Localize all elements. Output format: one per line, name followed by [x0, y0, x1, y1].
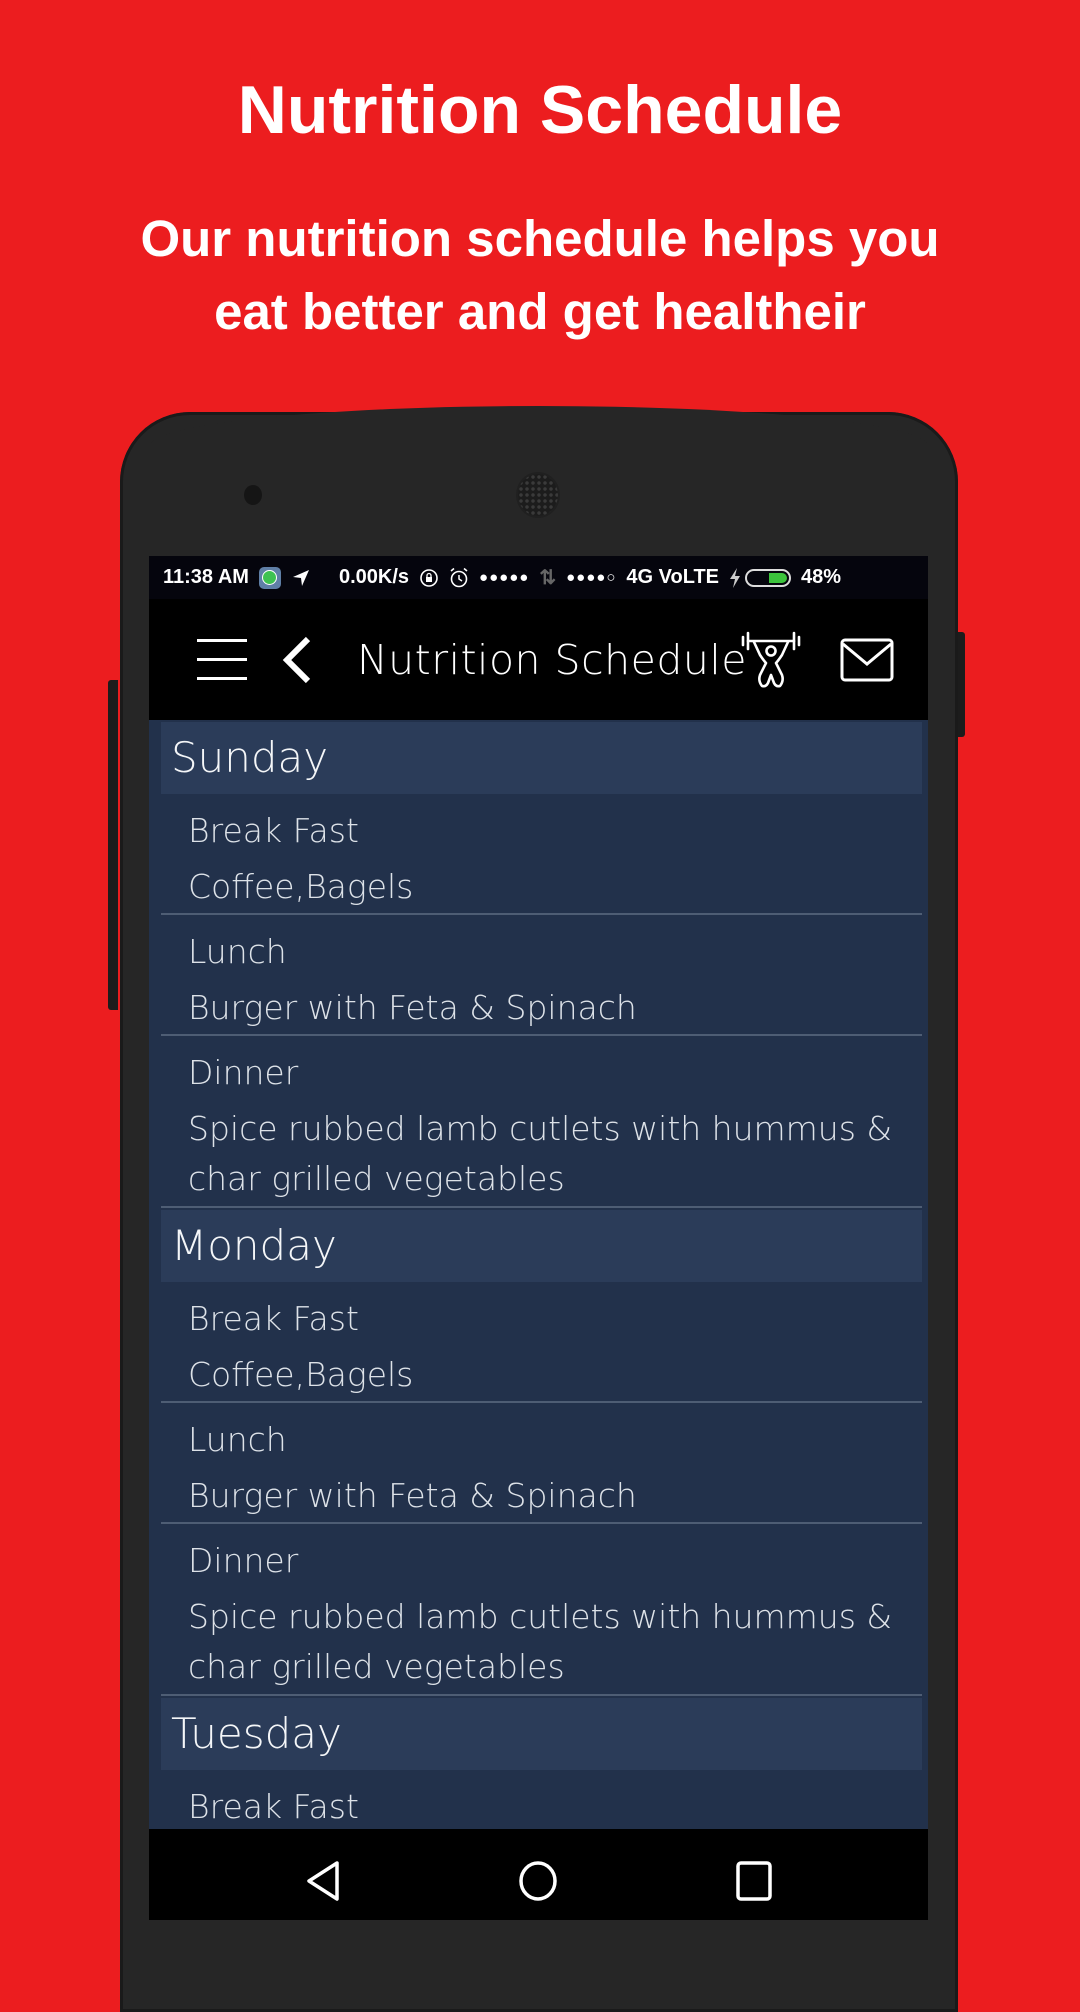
mail-icon — [840, 638, 894, 682]
back-icon — [307, 1861, 339, 1901]
menu-icon — [197, 639, 247, 642]
meal-food: Coffee,Bagels — [188, 867, 414, 906]
day-header[interactable]: Sunday — [161, 722, 922, 794]
meal-item[interactable]: Break Fast Coffee,Bagels — [161, 1282, 922, 1403]
promo-subtitle-line-1: Our nutrition schedule helps you — [140, 210, 940, 267]
whatsapp-icon — [258, 566, 281, 589]
app-bar-title: Nutrition Schedule — [357, 636, 747, 684]
location-arrow-icon — [291, 568, 311, 588]
meal-name: Lunch — [188, 932, 287, 971]
meal-food: Spice rubbed lamb cutlets with hummus & … — [188, 1597, 893, 1686]
charging-bolt-icon — [729, 567, 741, 588]
battery-icon — [745, 568, 792, 587]
meal-name: Lunch — [188, 1420, 287, 1459]
nav-recents-button[interactable] — [734, 1859, 774, 1903]
phone-side-button-left — [108, 680, 118, 1010]
home-icon — [519, 1861, 557, 1901]
earpiece-speaker — [518, 474, 558, 516]
day-block-tuesday: Tuesday Break Fast — [149, 1698, 928, 1829]
navigation-bar — [149, 1829, 928, 1920]
back-button[interactable] — [280, 636, 316, 684]
meal-item[interactable]: Dinner Spice rubbed lamb cutlets with hu… — [161, 1036, 922, 1208]
status-bar: 11:38 AM 0.00K/s ●●●●● ⇅ ●●●●○ 4G VoLTE … — [149, 556, 928, 599]
meal-name: Break Fast — [188, 811, 359, 850]
meal-food: Coffee,Bagels — [188, 1355, 414, 1394]
phone-screen: 11:38 AM 0.00K/s ●●●●● ⇅ ●●●●○ 4G VoLTE … — [149, 556, 928, 1920]
meal-name: Break Fast — [188, 1787, 359, 1826]
meal-name: Dinner — [188, 1053, 299, 1092]
back-chevron-icon — [282, 636, 311, 684]
app-bar: Nutrition Schedule — [149, 599, 928, 720]
battery-percent: 48% — [801, 566, 842, 588]
sim1-signal: ●●●●● — [479, 569, 530, 586]
day-header[interactable]: Tuesday — [161, 1698, 922, 1770]
day-header[interactable]: Monday — [161, 1210, 922, 1282]
data-transfer-icon: ⇅ — [539, 567, 557, 589]
rotation-lock-icon — [419, 568, 439, 588]
promo-title: Nutrition Schedule — [237, 72, 843, 148]
day-block-sunday: Sunday Break Fast Coffee,Bagels Lunch Bu… — [149, 722, 928, 1208]
meal-food: Burger with Feta & Spinach — [188, 988, 637, 1027]
status-time: 11:38 AM — [163, 566, 249, 588]
nav-home-button[interactable] — [518, 1859, 558, 1903]
menu-button[interactable] — [197, 639, 247, 681]
meal-item[interactable]: Lunch Burger with Feta & Spinach — [161, 915, 922, 1036]
alarm-icon — [449, 567, 469, 589]
network-speed: 0.00K/s — [338, 566, 410, 588]
battery-level-fill — [769, 572, 788, 583]
nav-back-button[interactable] — [303, 1859, 343, 1903]
recents-icon — [736, 1861, 772, 1901]
meal-item[interactable]: Dinner Spice rubbed lamb cutlets with hu… — [161, 1524, 922, 1696]
meal-item[interactable]: Break Fast Coffee,Bagels — [161, 794, 922, 915]
sim2-signal: ●●●●○ — [566, 569, 617, 586]
weightlifter-icon — [741, 631, 801, 688]
meal-food: Burger with Feta & Spinach — [188, 1476, 637, 1515]
meal-food: Spice rubbed lamb cutlets with hummus & … — [188, 1109, 893, 1198]
meal-item[interactable]: Lunch Burger with Feta & Spinach — [161, 1403, 922, 1524]
network-type: 4G VoLTE — [626, 566, 720, 588]
day-block-monday: Monday Break Fast Coffee,Bagels Lunch Bu… — [149, 1210, 928, 1696]
workout-button[interactable] — [740, 631, 802, 689]
promo-subtitle-line-2: eat better and get healtheir — [214, 283, 866, 340]
meal-item[interactable]: Break Fast — [161, 1770, 922, 1829]
schedule-list[interactable]: Sunday Break Fast Coffee,Bagels Lunch Bu… — [149, 720, 928, 1829]
meal-name: Break Fast — [188, 1299, 359, 1338]
mail-button[interactable] — [840, 638, 894, 682]
promo-subtitle: Our nutrition schedule helps you eat bet… — [0, 202, 1080, 348]
meal-name: Dinner — [188, 1541, 299, 1580]
front-camera — [244, 485, 262, 505]
